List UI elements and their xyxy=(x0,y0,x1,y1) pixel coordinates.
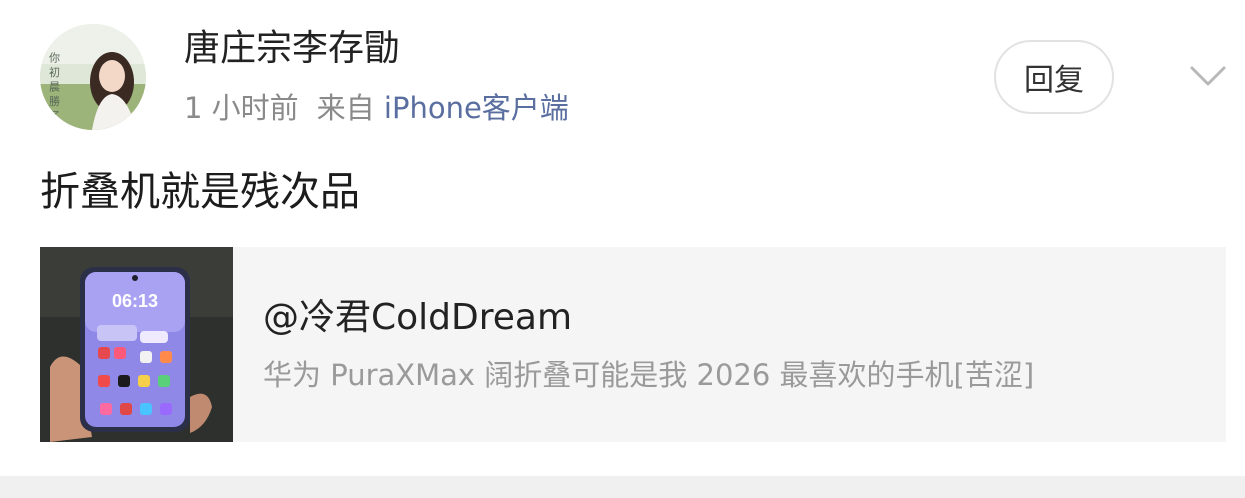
post-meta: 1 小时前 来自 iPhone客户端 xyxy=(184,88,569,128)
user-name[interactable]: 唐庄宗李存勖 xyxy=(184,26,400,72)
bottom-divider xyxy=(0,476,1245,498)
avatar-image: 你 初 晨 勝 了 我 xyxy=(40,24,146,130)
source-client[interactable]: iPhone客户端 xyxy=(384,91,569,125)
thumb-clock: 06:13 xyxy=(112,291,158,311)
post-text: 折叠机就是残次品 xyxy=(40,169,360,215)
repost-card[interactable]: 06:13 @冷君ColdDream 华为 PuraXMax 阔折叠可能是我 2… xyxy=(40,247,1226,442)
repost-text: 华为 PuraXMax 阔折叠可能是我 2026 最喜欢的手机[苦涩] xyxy=(263,358,1035,392)
avatar[interactable]: 你 初 晨 勝 了 我 xyxy=(40,24,146,130)
reply-button[interactable]: 回复 xyxy=(994,40,1114,114)
post-time: 1 小时前 xyxy=(184,91,299,125)
source-prefix: 来自 xyxy=(316,91,375,125)
chevron-down-icon[interactable] xyxy=(1184,56,1232,96)
repost-thumbnail[interactable]: 06:13 xyxy=(40,247,233,442)
repost-author[interactable]: @冷君ColdDream xyxy=(263,295,572,341)
avatar-text: 你 初 晨 勝 了 我 xyxy=(48,52,61,130)
